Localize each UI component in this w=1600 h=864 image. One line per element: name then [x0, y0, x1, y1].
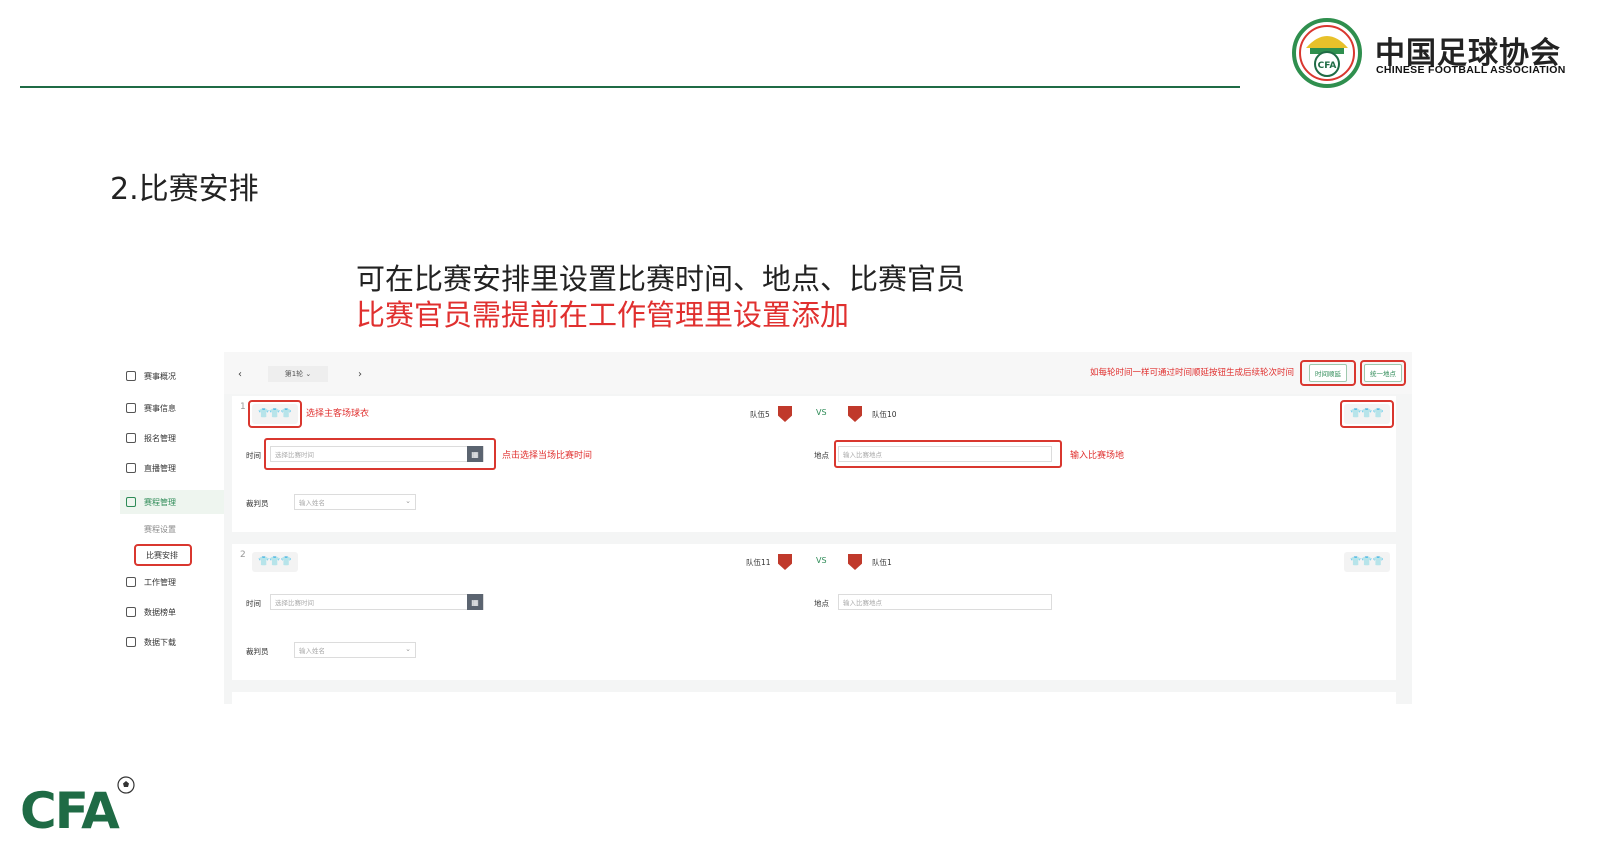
match-index: 1 — [240, 402, 246, 412]
home-crest-icon — [778, 406, 792, 422]
slide: CFA 中国足球协会 CHINESE FOOTBALL ASSOCIATION … — [0, 0, 1600, 864]
sidebar-item-label: 直播管理 — [144, 463, 176, 473]
sidebar-item-label: 赛事概况 — [144, 371, 176, 381]
monitor-icon — [126, 577, 136, 587]
sidebar-subitem-schedule-settings[interactable]: 赛程设置 — [144, 524, 176, 535]
place-input[interactable]: 输入比赛地点 — [838, 594, 1052, 610]
sidebar-item-label: 工作管理 — [144, 577, 176, 587]
sidebar-item-download[interactable]: 数据下载 — [120, 630, 224, 654]
sidebar-item-info[interactable]: 赛事信息 — [120, 396, 224, 420]
home-team-name: 队伍5 — [750, 410, 770, 419]
sidebar-item-schedule[interactable]: 赛程管理 — [120, 490, 224, 514]
home-shirt-highlight — [248, 400, 302, 428]
home-team-name: 队伍11 — [746, 558, 771, 567]
chevron-down-icon: ⌄ — [405, 497, 411, 505]
calendar-icon[interactable]: ▦ — [467, 594, 483, 610]
clock-icon — [126, 371, 136, 381]
next-round-button[interactable]: › — [358, 369, 362, 380]
badge-text: CFA — [1318, 61, 1337, 71]
vs-label: VS — [816, 556, 827, 565]
home-crest-icon — [778, 554, 792, 570]
sidebar-item-label: 赛事信息 — [144, 403, 176, 413]
time-label: 时间 — [246, 451, 261, 460]
time-input-highlight — [264, 438, 496, 470]
time-input-placeholder: 选择比赛时间 — [275, 599, 314, 607]
toolbar-hint: 如每轮时间一样可通过时间顺延按钮生成后续轮次时间 — [1089, 368, 1294, 378]
download-icon — [126, 637, 136, 647]
referee-label: 裁判员 — [246, 499, 269, 508]
chevron-down-icon: ⌄ — [405, 645, 411, 653]
bar-chart-icon — [126, 607, 136, 617]
sidebar-item-live[interactable]: 直播管理 — [120, 456, 224, 480]
video-icon — [126, 463, 136, 473]
place-input-placeholder: 输入比赛地点 — [843, 599, 882, 607]
match-card: 2 👕👕👕 队伍11 VS 队伍1 👕👕👕 时间 选择比赛时间 ▦ 地点 输入比赛… — [232, 544, 1396, 680]
header-rule — [20, 86, 1240, 88]
time-label: 时间 — [246, 599, 261, 608]
time-extend-button-highlight: 时间顺延 — [1300, 360, 1356, 386]
away-team-name: 队伍1 — [872, 558, 892, 567]
match-index: 2 — [240, 550, 246, 560]
away-shirt-selector[interactable]: 👕👕👕 — [1344, 552, 1390, 572]
referee-select[interactable]: 输入姓名 ⌄ — [294, 642, 416, 658]
match-card: 1 👕👕👕 选择主客场球衣 队伍5 VS 队伍10 👕👕👕 时间 选择比赛时间 ▦… — [232, 396, 1396, 532]
sidebar-item-label: 数据榜单 — [144, 607, 176, 617]
home-shirt-selector[interactable]: 👕👕👕 — [252, 552, 298, 572]
sidebar-item-work[interactable]: 工作管理 — [120, 570, 224, 594]
unify-place-button[interactable]: 统一地点 — [1364, 364, 1402, 382]
main-panel: ‹ 第1轮 ⌄ › 如每轮时间一样可通过时间顺延按钮生成后续轮次时间 时间顺延 … — [224, 352, 1412, 704]
time-note: 点击选择当场比赛时间 — [502, 451, 593, 461]
round-select-value: 第1轮 — [284, 370, 304, 378]
time-input[interactable]: 选择比赛时间 ▦ — [270, 594, 484, 610]
sidebar-item-label: 报名管理 — [144, 433, 176, 443]
org-name-en: CHINESE FOOTBALL ASSOCIATION — [1376, 64, 1566, 76]
form-icon — [126, 433, 136, 443]
sidebar-item-overview[interactable]: 赛事概况 — [120, 364, 224, 388]
referee-label: 裁判员 — [246, 647, 269, 656]
calendar-icon — [126, 497, 136, 507]
time-extend-button[interactable]: 时间顺延 — [1309, 364, 1347, 382]
sidebar-item-label: 赛程管理 — [144, 497, 176, 507]
place-label: 地点 — [814, 451, 829, 460]
description-red: 比赛官员需提前在工作管理里设置添加 — [356, 298, 850, 332]
round-toolbar: ‹ 第1轮 ⌄ › 如每轮时间一样可通过时间顺延按钮生成后续轮次时间 时间顺延 … — [224, 352, 1412, 394]
sidebar: 赛事概况 赛事信息 报名管理 直播管理 赛程管理 赛程设置 比赛安排 工作管理 … — [120, 352, 224, 704]
mail-icon — [126, 403, 136, 413]
referee-select[interactable]: 输入姓名 ⌄ — [294, 494, 416, 510]
app-screenshot: 赛事概况 赛事信息 报名管理 直播管理 赛程管理 赛程设置 比赛安排 工作管理 … — [120, 352, 1412, 704]
sidebar-subitem-match-arrangement[interactable]: 比赛安排 — [134, 544, 192, 566]
away-crest-icon — [848, 406, 862, 422]
vs-label: VS — [816, 408, 827, 417]
shirt-note: 选择主客场球衣 — [306, 409, 370, 419]
away-crest-icon — [848, 554, 862, 570]
referee-select-placeholder: 输入姓名 — [299, 499, 325, 507]
place-input-highlight — [834, 440, 1062, 468]
place-label: 地点 — [814, 599, 829, 608]
section-title: 2.比赛安排 — [110, 172, 259, 207]
round-select[interactable]: 第1轮 ⌄ — [268, 366, 328, 382]
sidebar-item-registration[interactable]: 报名管理 — [120, 426, 224, 450]
sidebar-item-data-rank[interactable]: 数据榜单 — [120, 600, 224, 624]
referee-select-placeholder: 输入姓名 — [299, 647, 325, 655]
unify-place-button-highlight: 统一地点 — [1360, 360, 1406, 386]
match-card-partial — [232, 692, 1396, 704]
football-icon — [117, 776, 135, 794]
sidebar-item-label: 数据下载 — [144, 637, 176, 647]
away-team-name: 队伍10 — [872, 410, 897, 419]
place-note: 输入比赛场地 — [1070, 451, 1125, 461]
cfa-badge-logo: CFA — [1292, 18, 1362, 88]
prev-round-button[interactable]: ‹ — [238, 369, 242, 380]
cfa-wordmark-logo: CFA — [20, 782, 120, 840]
away-shirt-highlight — [1340, 400, 1394, 428]
round-navigator: ‹ 第1轮 ⌄ › — [238, 366, 362, 382]
